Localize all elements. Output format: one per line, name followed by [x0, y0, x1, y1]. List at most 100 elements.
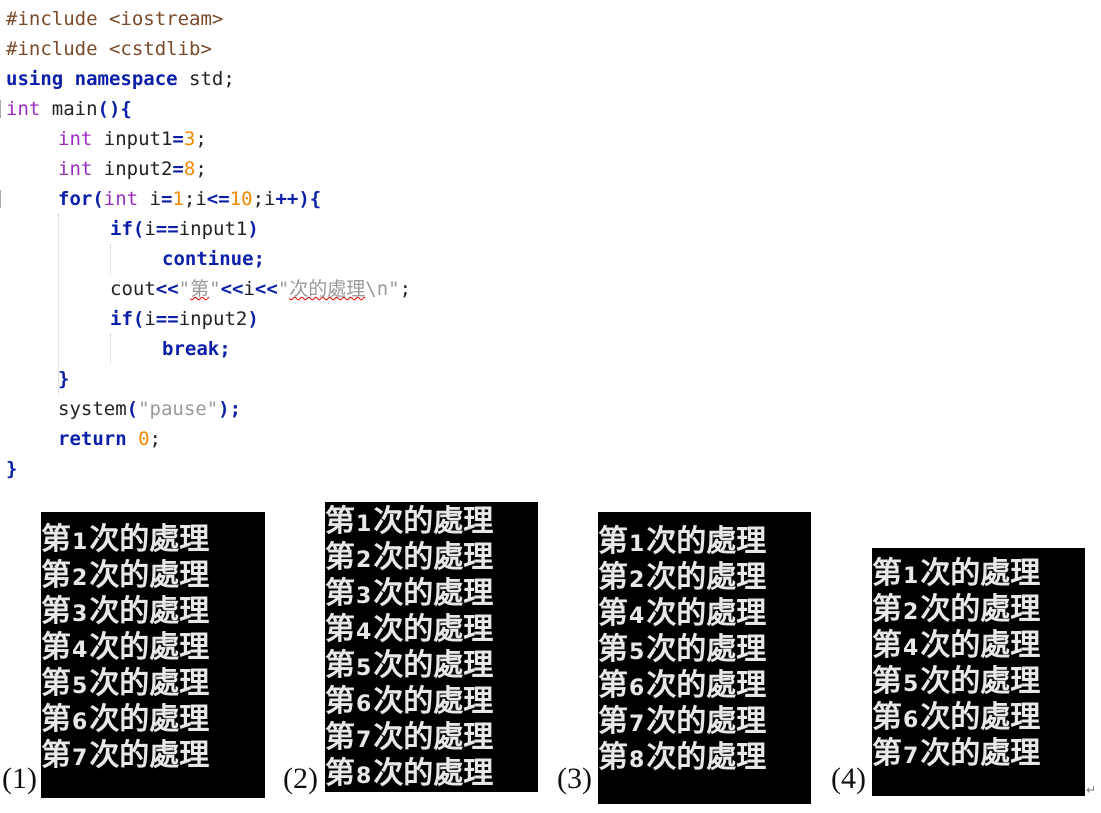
option-label: (2)	[283, 762, 318, 795]
console-text: 次的處理	[920, 736, 1041, 771]
code-line-text: int input1=3;	[58, 124, 207, 154]
code-token: if	[110, 218, 133, 240]
code-line: int main(){	[0, 94, 600, 124]
console-line: 第7次的處理	[598, 704, 811, 740]
console-line: 第7次的處理	[325, 720, 538, 756]
option-label: (3)	[557, 762, 592, 795]
code-line: using namespace std;	[0, 64, 600, 94]
console-text: 第	[41, 630, 71, 665]
console-text: 第	[325, 648, 355, 683]
code-token: }	[58, 368, 70, 390]
code-token: input2	[178, 308, 248, 330]
code-token: (	[132, 308, 145, 330]
code-line: for(int i=1;i<=10;i++){	[0, 184, 600, 214]
code-token: i	[144, 308, 156, 330]
code-token: ++){	[275, 188, 322, 210]
code-token: ;	[195, 158, 207, 180]
code-token: ;	[253, 248, 265, 270]
code-line: if(i==input2)	[0, 304, 600, 334]
console-line: 第4次的處理	[325, 612, 538, 648]
code-token: if	[110, 308, 133, 330]
code-line-text: int input2=8;	[58, 154, 207, 184]
code-token: "pause"	[138, 398, 219, 420]
console-text: 第	[872, 664, 902, 699]
console-number: 3	[72, 602, 88, 627]
console-line: 第8次的處理	[325, 756, 538, 792]
console-text: 次的處理	[373, 648, 494, 683]
console-number: 7	[356, 728, 372, 753]
code-token: return	[58, 428, 127, 450]
console-text: 次的處理	[920, 700, 1041, 735]
console-output-panel: 第1次的處理 第2次的處理 第4次的處理 第5次的處理 第6次的處理 第7次的處理	[872, 548, 1085, 796]
console-text: 次的處理	[373, 756, 494, 791]
console-line: 第5次的處理	[872, 664, 1085, 700]
code-token: #include <iostream>	[6, 8, 224, 30]
console-number: 2	[903, 600, 919, 625]
console-line: 第1次的處理	[598, 524, 811, 560]
code-token: 第	[190, 278, 210, 300]
code-token: (	[132, 218, 145, 240]
code-token: "	[178, 278, 191, 300]
console-text: 次的處理	[373, 720, 494, 755]
option-label: (4)	[831, 762, 866, 795]
console-line: 第1次的處理	[41, 522, 265, 558]
code-line: int input1=3;	[0, 124, 600, 154]
indent-guide	[110, 244, 111, 274]
console-number: 6	[72, 710, 88, 735]
console-text: 次的處理	[373, 576, 494, 611]
code-token: i	[243, 278, 255, 300]
code-line-text: int main(){	[6, 94, 132, 124]
console-number: 1	[72, 530, 88, 555]
code-token: =	[161, 188, 173, 210]
code-token: =	[172, 158, 184, 180]
console-text: 第	[41, 666, 71, 701]
code-token: "	[277, 278, 290, 300]
code-token: <<	[155, 278, 179, 300]
code-token: system	[58, 398, 127, 420]
code-line-text: system("pause");	[58, 394, 241, 424]
code-line: int input2=8;	[0, 154, 600, 184]
code-token: 10	[229, 188, 253, 210]
console-line: 第2次的處理	[325, 540, 538, 576]
console-text: 第	[325, 540, 355, 575]
console-text: 第	[872, 628, 902, 663]
code-token: (	[92, 188, 104, 210]
code-line-text: }	[58, 364, 69, 394]
code-token: }	[6, 458, 18, 480]
code-token: ==	[155, 218, 179, 240]
indent-guide	[58, 214, 59, 394]
code-line-text: continue;	[162, 244, 265, 274]
code-token: break	[162, 338, 220, 360]
console-line: 第8次的處理	[598, 740, 811, 776]
console-text: 次的處理	[89, 738, 210, 773]
console-output-panel: 第1次的處理 第2次的處理 第3次的處理 第4次的處理 第5次的處理 第6次的處理 第7次的…	[325, 502, 538, 792]
code-line-text: if(i==input1)	[110, 214, 259, 244]
console-text: 次的處理	[646, 668, 767, 703]
code-token: )	[247, 218, 259, 240]
console-number: 4	[72, 638, 88, 663]
code-token: i	[138, 188, 161, 210]
console-line: 第6次的處理	[598, 668, 811, 704]
console-text: 第	[872, 556, 902, 591]
console-text: 次的處理	[646, 524, 767, 559]
code-token: =	[172, 128, 184, 150]
console-text: 第	[41, 558, 71, 593]
code-token: \n"	[365, 278, 400, 300]
console-text: 第	[598, 740, 628, 775]
indent-guide	[110, 334, 111, 364]
console-number: 4	[356, 620, 372, 645]
console-number: 8	[356, 764, 372, 789]
console-text: 次的處理	[89, 630, 210, 665]
console-number: 4	[903, 636, 919, 661]
code-line-text: break;	[162, 334, 231, 364]
console-text: 第	[325, 612, 355, 647]
code-token: )	[247, 308, 259, 330]
console-text: 次的處理	[646, 704, 767, 739]
code-token: 次的處理	[289, 278, 366, 300]
console-text: 次的處理	[373, 684, 494, 719]
code-token: 8	[183, 158, 196, 180]
console-text: 第	[325, 576, 355, 611]
console-text: 次的處理	[89, 666, 210, 701]
code-token: 1	[172, 188, 184, 210]
